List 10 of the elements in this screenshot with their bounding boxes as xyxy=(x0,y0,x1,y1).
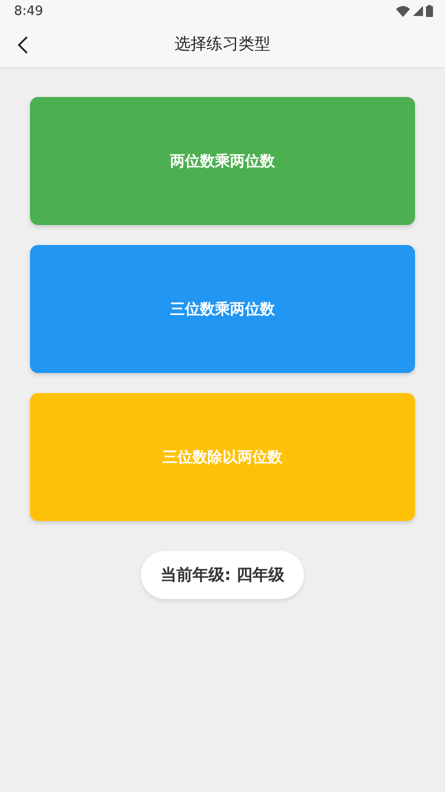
practice-type-card[interactable]: 三位数乘两位数 xyxy=(30,245,415,373)
status-time: 8:49 xyxy=(14,4,44,18)
battery-icon xyxy=(426,5,433,17)
practice-type-card[interactable]: 两位数乘两位数 xyxy=(30,97,415,225)
wifi-icon xyxy=(396,6,410,16)
practice-type-card[interactable]: 三位数除以两位数 xyxy=(30,393,415,521)
signal-icon xyxy=(413,6,423,16)
page-title: 选择练习类型 xyxy=(174,34,270,55)
grade-badge: 当前年级: 四年级 xyxy=(140,551,304,599)
back-icon[interactable] xyxy=(16,35,30,55)
